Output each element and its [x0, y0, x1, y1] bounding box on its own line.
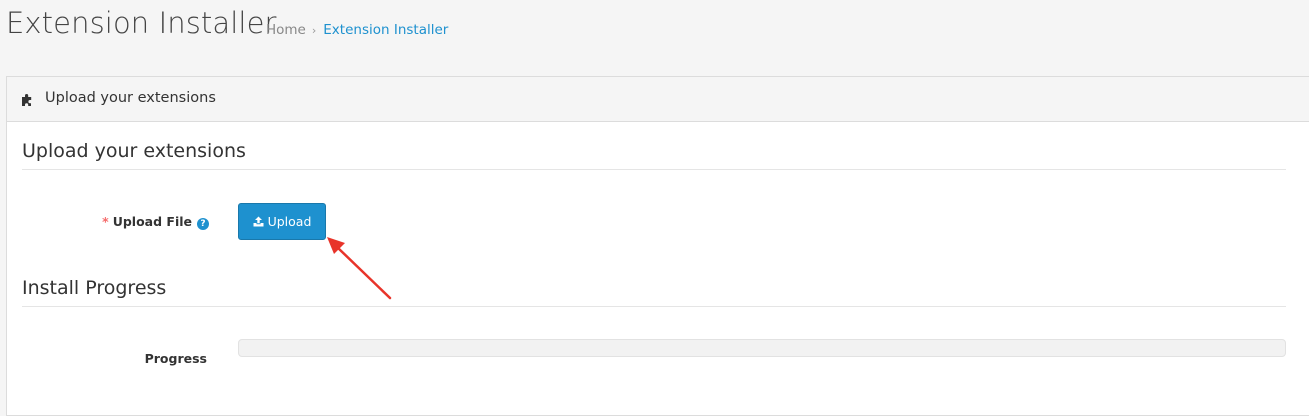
required-mark: * [102, 214, 109, 229]
progress-label: Progress [144, 351, 207, 366]
breadcrumb-current-link[interactable]: Extension Installer [323, 22, 448, 38]
breadcrumb-home-link[interactable]: Home [266, 22, 306, 38]
breadcrumb-separator: › [311, 24, 317, 37]
upload-file-label-text: Upload File [112, 214, 192, 229]
page-title: Extension Installer [6, 6, 277, 40]
install-progress-bar [238, 339, 1286, 357]
upload-file-label: * Upload File? [102, 214, 209, 230]
upload-section-legend: Upload your extensions [22, 140, 1286, 170]
panel-heading: Upload your extensions [7, 77, 1309, 122]
upload-button[interactable]: Upload [238, 203, 326, 240]
puzzle-icon [22, 94, 32, 106]
panel-title: Upload your extensions [45, 90, 216, 106]
upload-panel: Upload your extensions Upload your exten… [6, 76, 1309, 416]
upload-icon [253, 216, 264, 227]
progress-section-legend: Install Progress [22, 277, 1286, 307]
question-circle-icon[interactable]: ? [197, 218, 209, 230]
upload-button-label: Upload [267, 214, 312, 229]
page-header: Extension Installer Home › Extension Insta… [0, 0, 1309, 60]
breadcrumb: Home › Extension Installer [266, 22, 448, 38]
